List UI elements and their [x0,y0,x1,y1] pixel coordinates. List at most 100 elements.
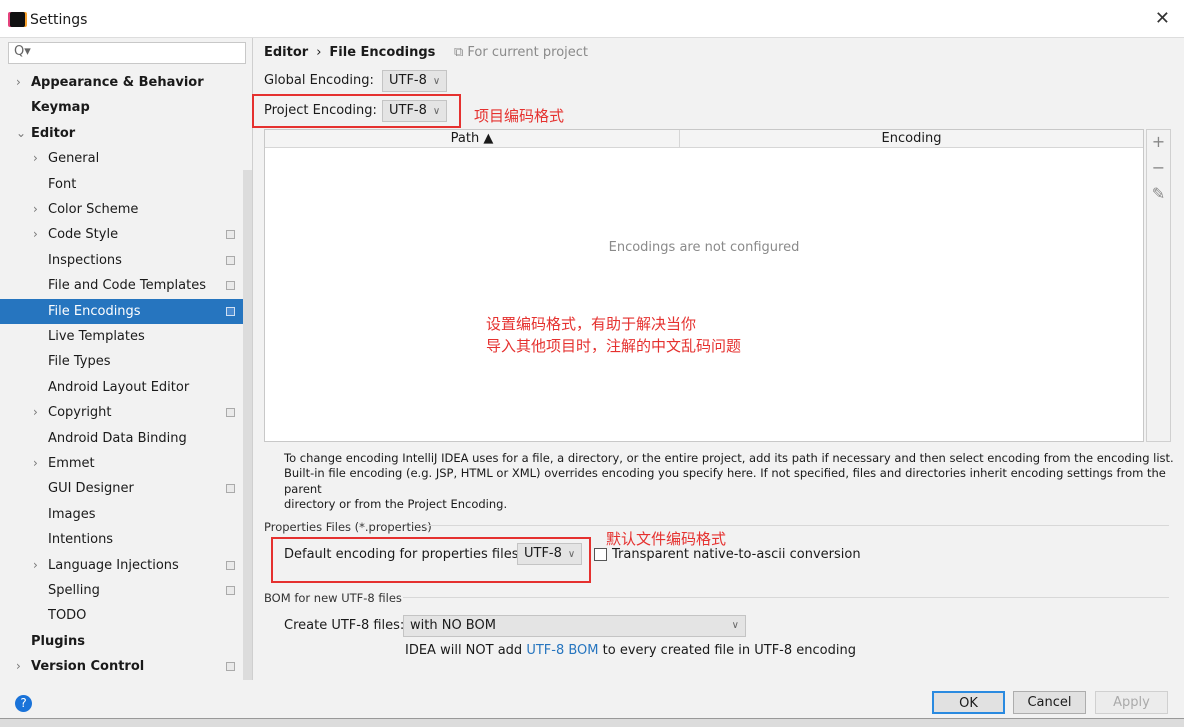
sidebar-item[interactable]: › Emmet [0,451,252,476]
ok-button[interactable]: OK [932,691,1005,714]
sidebar-item[interactable]: Inspections [0,248,252,273]
sidebar-item-label: File and Code Templates [48,278,206,294]
project-icon: ⧉ [454,45,468,60]
sidebar-item-label: Live Templates [48,329,145,344]
sidebar-item-label: TODO [48,608,87,624]
sidebar-item-label: General [48,151,100,167]
global-encoding-value: UTF-8 [389,73,427,88]
sidebar-item[interactable]: › General [0,146,252,171]
settings-search-input[interactable]: Q▾ [8,42,246,64]
edit-pencil-icon[interactable]: ✎ [1147,184,1170,203]
sidebar-item-label: Language Injections [48,557,179,573]
sidebar-item-label: Emmet [48,456,95,471]
close-icon[interactable]: ✕ [1155,8,1170,29]
chevron-right-icon[interactable]: › [33,451,38,476]
sidebar-item-label: Spelling [48,583,100,598]
sidebar-item[interactable]: File Encodings [0,298,252,324]
properties-encoding-select[interactable]: UTF-8 ∨ [517,543,583,565]
sidebar-item[interactable]: Android Data Binding [0,426,252,451]
cancel-button[interactable]: Cancel [1013,691,1086,714]
utf8-bom-link[interactable]: UTF-8 BOM [526,643,598,658]
remove-icon[interactable]: − [1147,158,1170,177]
transparent-conversion-label[interactable]: Transparent native-to-ascii conversion [612,547,861,562]
sidebar-item-label: Code Style [48,227,119,243]
sidebar-item[interactable]: Plugins [0,629,252,654]
bom-value: with NO BOM [410,618,496,633]
annotation-line: 设置编码格式，有助于解决当你 [486,315,697,333]
sidebar-item-label: GUI Designer [48,481,134,497]
breadcrumb-separator: › [316,45,322,60]
sidebar-item[interactable]: Font [0,172,252,197]
sidebar-item[interactable]: › Code Style [0,222,252,247]
sidebar-scrollbar[interactable] [243,170,252,680]
help-line: directory or from the Project Encoding. [284,496,508,511]
sidebar-item-label: Appearance & Behavior [31,75,204,90]
sidebar-item-label: File Encodings [48,303,141,319]
sidebar-item[interactable]: TODO [0,603,252,628]
help-text: To change encoding IntelliJ IDEA uses fo… [284,451,1174,512]
chevron-right-icon[interactable]: › [33,146,38,171]
column-path[interactable]: Path ▲ [265,130,680,148]
project-encoding-select[interactable]: UTF-8 ∨ [382,100,448,122]
transparent-conversion-checkbox[interactable] [594,548,607,561]
breadcrumb: Editor › File Encodings [264,45,435,60]
project-scope-icon [226,408,235,418]
chevron-down-icon: ∨ [432,76,441,87]
sidebar-item[interactable]: Intentions [0,527,252,552]
sidebar-item[interactable]: File Types [0,349,252,374]
sidebar-item[interactable]: Live Templates [0,324,252,349]
project-encoding-value: UTF-8 [389,103,427,118]
chevron-right-icon[interactable]: › [33,400,38,425]
project-scope-icon [226,662,235,672]
column-encoding[interactable]: Encoding [680,130,1143,148]
sidebar-item[interactable]: File and Code Templates [0,273,252,298]
project-scope-icon [226,560,235,570]
settings-sidebar: Q▾ › Appearance & Behavior Keymap ⌄ Editor › G… [0,38,253,680]
project-scope-icon [226,230,235,240]
sidebar-item-label: Version Control [31,659,145,675]
project-scope-icon [226,281,235,291]
default-properties-encoding-label: Default encoding for properties files: [284,547,523,562]
search-icon: Q▾ [14,44,31,59]
sidebar-item-label: Android Data Binding [48,430,187,446]
sidebar-item[interactable]: › Version Control [0,654,252,679]
chevron-down-icon[interactable]: ⌄ [16,121,26,146]
sidebar-item[interactable]: Images [0,502,252,527]
help-icon[interactable]: ? [15,695,32,712]
breadcrumb-parent: Editor [264,45,309,60]
sidebar-item-label: Intentions [48,532,114,548]
chevron-right-icon[interactable]: › [33,222,38,247]
sidebar-item[interactable]: ⌄ Editor [0,121,252,146]
add-icon[interactable]: + [1147,132,1170,151]
sidebar-item-label: Inspections [48,252,122,268]
sidebar-item[interactable]: › Appearance & Behavior [0,70,252,95]
apply-button[interactable]: Apply [1095,691,1168,714]
global-encoding-select[interactable]: UTF-8 ∨ [382,70,448,92]
divider [425,525,1169,526]
breadcrumb-current: File Encodings [329,45,436,60]
sidebar-item[interactable]: Spelling [0,578,252,603]
sidebar-item-label: Android Layout Editor [48,379,190,395]
sidebar-item[interactable]: Keymap [0,95,252,120]
chevron-right-icon[interactable]: › [16,654,21,679]
chevron-right-icon[interactable]: › [16,70,21,95]
encodings-table[interactable]: Path ▲ Encoding Encodings are not config… [264,129,1144,442]
bom-note: IDEA will NOT add UTF-8 BOM to every cre… [405,643,856,658]
project-scope-icon [226,306,235,316]
project-scope-icon [226,255,235,265]
properties-section-title: Properties Files (*.properties) [264,520,432,534]
chevron-right-icon[interactable]: › [33,197,38,222]
chevron-right-icon[interactable]: › [33,553,38,578]
ide-toolwindow-bar [0,718,1184,727]
intellij-app-icon [10,12,25,27]
sidebar-item-label: Color Scheme [48,202,139,217]
annotation-project: 项目编码格式 [474,107,565,125]
chevron-down-icon: ∨ [432,106,441,117]
sidebar-item[interactable]: › Copyright [0,400,252,425]
sidebar-item[interactable]: GUI Designer [0,476,252,501]
sidebar-item[interactable]: › Color Scheme [0,197,252,222]
sidebar-item[interactable]: › Language Injections [0,553,252,578]
sidebar-item-label: File Types [48,354,111,370]
sidebar-item[interactable]: Android Layout Editor [0,375,252,400]
bom-select[interactable]: with NO BOM ∨ [403,615,746,637]
